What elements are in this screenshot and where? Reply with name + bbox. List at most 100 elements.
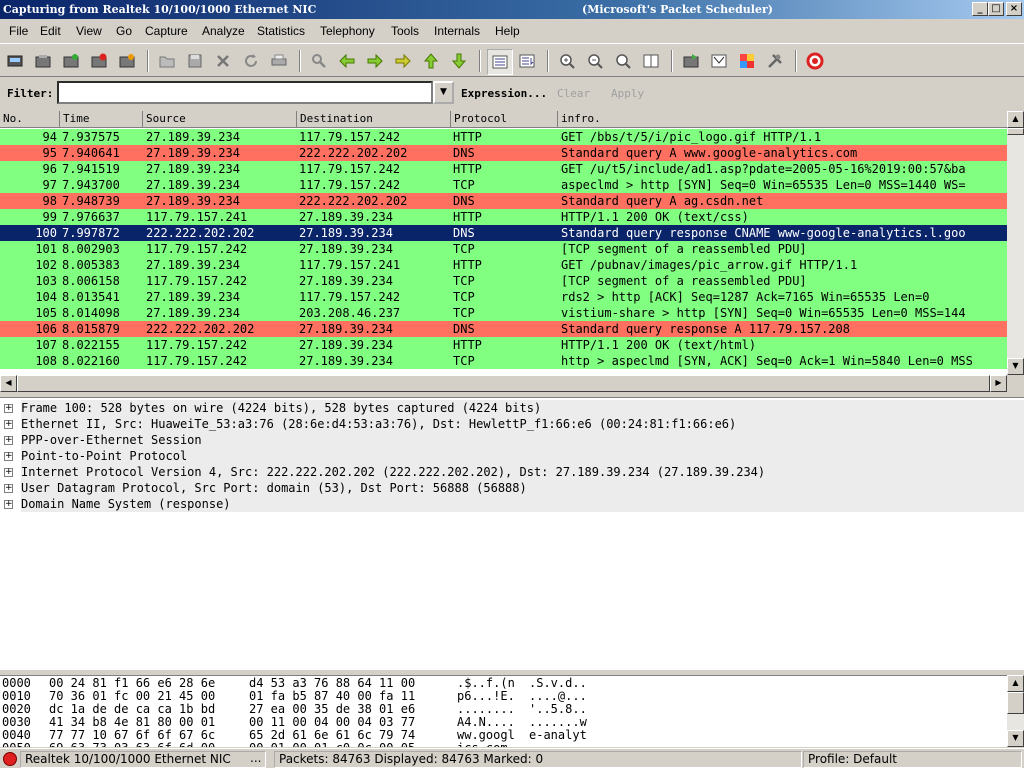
- menu-analyze[interactable]: Analyze: [202, 24, 245, 38]
- menu-help[interactable]: Help: [495, 24, 520, 38]
- menu-internals[interactable]: Internals: [434, 24, 480, 38]
- expert-info-icon[interactable]: [3, 752, 17, 766]
- scroll-down-button[interactable]: ▼: [1007, 730, 1024, 747]
- column-info[interactable]: infro.: [558, 111, 1007, 128]
- scroll-down-button[interactable]: ▼: [1007, 358, 1024, 375]
- capture-filters-icon[interactable]: [681, 51, 701, 71]
- zoom-out-icon[interactable]: [585, 51, 605, 71]
- apply-button[interactable]: Apply: [611, 87, 644, 100]
- bytes-vscrollbar[interactable]: ▲ ▼: [1007, 675, 1024, 747]
- menu-edit[interactable]: Edit: [40, 24, 61, 38]
- scroll-up-button[interactable]: ▲: [1007, 111, 1024, 128]
- column-no[interactable]: No.: [0, 111, 60, 128]
- maximize-button[interactable]: □: [988, 2, 1004, 16]
- detail-row[interactable]: + User Datagram Protocol, Src Port: domai…: [0, 480, 1024, 496]
- packet-row[interactable]: 95 7.940641 27.189.39.234 222.222.202.202 DN…: [0, 145, 1007, 161]
- detail-row[interactable]: + PPP-over-Ethernet Session: [0, 432, 1024, 448]
- menu-telephony[interactable]: Telephony: [320, 24, 375, 38]
- cell-destination: 117.79.157.242: [299, 290, 401, 304]
- column-protocol[interactable]: Protocol: [451, 111, 558, 128]
- cell-source: 27.189.39.234: [146, 162, 240, 176]
- back-icon[interactable]: [337, 51, 357, 71]
- packet-row[interactable]: 99 7.976637 117.79.157.241 27.189.39.234 HTT…: [0, 209, 1007, 225]
- packet-row[interactable]: 102 8.005383 27.189.39.234 117.79.157.241 HT…: [0, 257, 1007, 273]
- detail-row[interactable]: + Domain Name System (response): [0, 496, 1024, 512]
- menu-go[interactable]: Go: [116, 24, 132, 38]
- scroll-left-button[interactable]: ◀: [0, 375, 17, 392]
- display-filters-icon[interactable]: [709, 51, 729, 71]
- detail-row[interactable]: + Point-to-Point Protocol: [0, 448, 1024, 464]
- print-icon[interactable]: [269, 51, 289, 71]
- expand-icon[interactable]: +: [4, 500, 13, 509]
- scroll-thumb[interactable]: [1007, 128, 1024, 135]
- packet-row[interactable]: 100 7.997872 222.222.202.202 27.189.39.234 D…: [0, 225, 1007, 241]
- expand-icon[interactable]: +: [4, 484, 13, 493]
- goto-icon[interactable]: [393, 51, 413, 71]
- minimize-button[interactable]: _: [972, 2, 988, 16]
- scroll-thumb[interactable]: [1007, 692, 1024, 714]
- close-file-icon[interactable]: [213, 51, 233, 71]
- packet-row[interactable]: 105 8.014098 27.189.39.234 203.208.46.237 TC…: [0, 305, 1007, 321]
- expand-icon[interactable]: +: [4, 420, 13, 429]
- expand-icon[interactable]: +: [4, 436, 13, 445]
- close-button[interactable]: ×: [1006, 2, 1022, 16]
- expand-icon[interactable]: +: [4, 404, 13, 413]
- menu-tools[interactable]: Tools: [391, 24, 419, 38]
- menu-file[interactable]: File: [9, 24, 28, 38]
- packet-list-hscrollbar[interactable]: ◀ ▶: [0, 375, 1007, 392]
- filter-input[interactable]: [57, 81, 433, 104]
- options-icon[interactable]: [33, 51, 53, 71]
- packet-row[interactable]: 98 7.948739 27.189.39.234 222.222.202.202 DN…: [0, 193, 1007, 209]
- detail-row[interactable]: + Ethernet II, Src: HuaweiTe_53:a3:76 (28…: [0, 416, 1024, 432]
- menu-view[interactable]: View: [76, 24, 102, 38]
- zoom-in-icon[interactable]: [557, 51, 577, 71]
- column-source[interactable]: Source: [143, 111, 297, 128]
- stop-icon[interactable]: [89, 51, 109, 71]
- expand-icon[interactable]: +: [4, 452, 13, 461]
- colorize-icon[interactable]: [487, 49, 513, 75]
- packet-row[interactable]: 104 8.013541 27.189.39.234 117.79.157.242 TC…: [0, 289, 1007, 305]
- packet-list-vscrollbar[interactable]: ▲ ▼: [1007, 111, 1024, 375]
- packet-row[interactable]: 103 8.006158 117.79.157.242 27.189.39.234 TC…: [0, 273, 1007, 289]
- reload-icon[interactable]: [241, 51, 261, 71]
- status-ellipsis[interactable]: ...: [246, 751, 270, 768]
- packet-row[interactable]: 94 7.937575 27.189.39.234 117.79.157.242 HTT…: [0, 129, 1007, 145]
- expand-icon[interactable]: +: [4, 468, 13, 477]
- find-icon[interactable]: [309, 51, 329, 71]
- autoscroll-icon[interactable]: [517, 51, 537, 71]
- zoom-normal-icon[interactable]: [613, 51, 633, 71]
- interfaces-icon[interactable]: [5, 51, 25, 71]
- detail-row[interactable]: + Frame 100: 528 bytes on wire (4224 bits…: [0, 400, 1024, 416]
- packet-row[interactable]: 108 8.022160 117.79.157.242 27.189.39.234 TC…: [0, 353, 1007, 369]
- scroll-right-button[interactable]: ▶: [990, 375, 1007, 392]
- main-toolbar: [0, 43, 1024, 77]
- coloring-rules-icon[interactable]: [737, 51, 757, 71]
- filter-dropdown-button[interactable]: ▼: [433, 81, 454, 104]
- status-profile[interactable]: Profile: Default: [803, 751, 1022, 768]
- open-icon[interactable]: [157, 51, 177, 71]
- packet-row[interactable]: 107 8.022155 117.79.157.242 27.189.39.234 HT…: [0, 337, 1007, 353]
- menu-capture[interactable]: Capture: [145, 24, 188, 38]
- menu-statistics[interactable]: Statistics: [257, 24, 305, 38]
- save-icon[interactable]: [185, 51, 205, 71]
- restart-icon[interactable]: [117, 51, 137, 71]
- column-destination[interactable]: Destination: [297, 111, 451, 128]
- detail-row[interactable]: + Internet Protocol Version 4, Src: 222.2…: [0, 464, 1024, 480]
- packet-row[interactable]: 106 8.015879 222.222.202.202 27.189.39.234 D…: [0, 321, 1007, 337]
- clear-button[interactable]: Clear: [557, 87, 590, 100]
- column-time[interactable]: Time: [60, 111, 143, 128]
- scroll-up-button[interactable]: ▲: [1007, 675, 1024, 692]
- forward-icon[interactable]: [365, 51, 385, 71]
- packet-row[interactable]: 97 7.943700 27.189.39.234 117.79.157.242 TCP…: [0, 177, 1007, 193]
- hscroll-thumb[interactable]: [17, 375, 990, 392]
- resize-columns-icon[interactable]: [641, 51, 661, 71]
- preferences-icon[interactable]: [765, 51, 785, 71]
- start-icon[interactable]: [61, 51, 81, 71]
- help-icon[interactable]: [805, 51, 825, 71]
- expression-button[interactable]: Expression...: [461, 87, 547, 100]
- hex-row[interactable]: 0050 69 63 73 03 63 6f 6d 00 00 01 00 01 c…: [0, 742, 1007, 748]
- packet-row[interactable]: 96 7.941519 27.189.39.234 117.79.157.242 HTT…: [0, 161, 1007, 177]
- packet-row[interactable]: 101 8.002903 117.79.157.242 27.189.39.234 TC…: [0, 241, 1007, 257]
- first-icon[interactable]: [421, 51, 441, 71]
- last-icon[interactable]: [449, 51, 469, 71]
